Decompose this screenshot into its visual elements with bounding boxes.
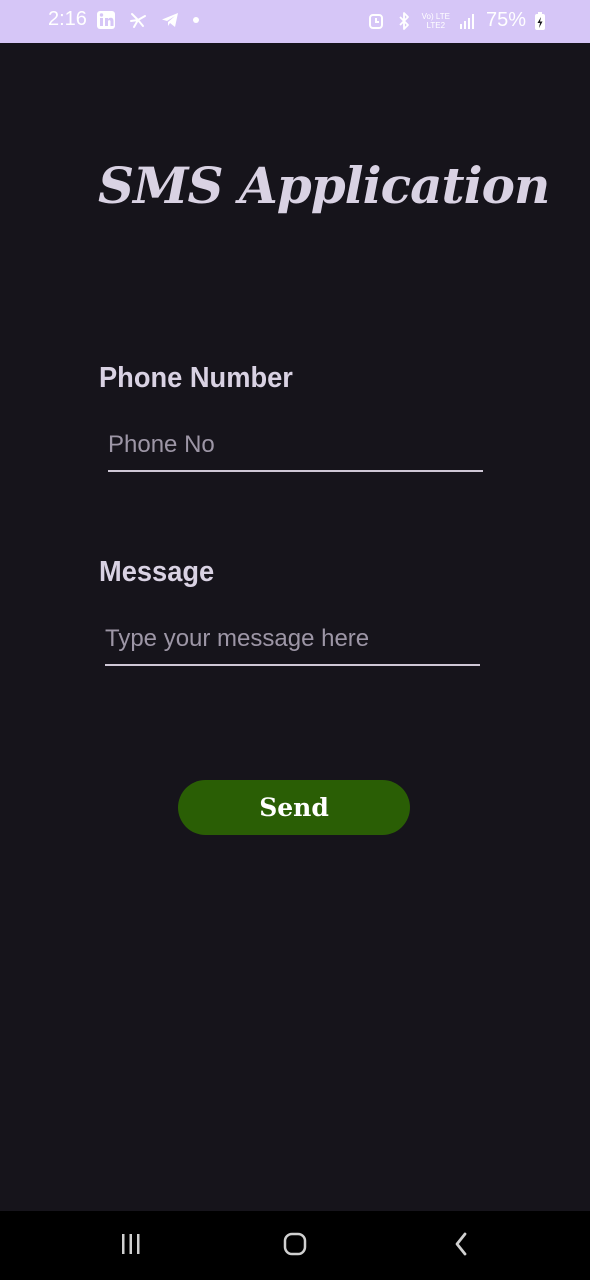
battery-percent: 75%	[485, 9, 526, 31]
network-type: Vo) LTE LTE2	[422, 12, 450, 30]
message-label: Message	[99, 556, 215, 588]
phone-number-label: Phone Number	[99, 362, 293, 394]
send-button[interactable]: Send	[178, 780, 410, 835]
signal-icon	[458, 11, 478, 31]
status-time: 2:16	[48, 8, 87, 30]
phone-number-input[interactable]	[108, 430, 483, 472]
app-title: SMS Application	[98, 156, 550, 215]
alarm-icon	[366, 11, 386, 31]
bluetooth-icon	[394, 11, 414, 31]
recent-apps-button[interactable]	[116, 1231, 146, 1261]
telegram-icon	[160, 10, 180, 30]
dot-icon	[192, 10, 200, 30]
notification-icons	[96, 10, 200, 30]
status-bar: 2:16 Vo) LTE LTE2 75%	[0, 0, 590, 43]
navigation-bar	[0, 1211, 590, 1280]
battery-charging-icon	[534, 11, 546, 31]
home-icon	[281, 1230, 309, 1262]
network-label-top: Vo) LTE	[421, 11, 450, 21]
back-icon	[449, 1230, 473, 1262]
message-input[interactable]	[105, 624, 480, 666]
back-button[interactable]	[446, 1231, 476, 1261]
home-button[interactable]	[280, 1231, 310, 1261]
pinwheel-icon	[128, 10, 148, 30]
network-label-bottom: LTE2	[426, 20, 446, 30]
recent-apps-icon	[118, 1232, 144, 1260]
linkedin-icon	[96, 10, 116, 30]
system-icons: Vo) LTE LTE2 75%	[366, 9, 546, 32]
